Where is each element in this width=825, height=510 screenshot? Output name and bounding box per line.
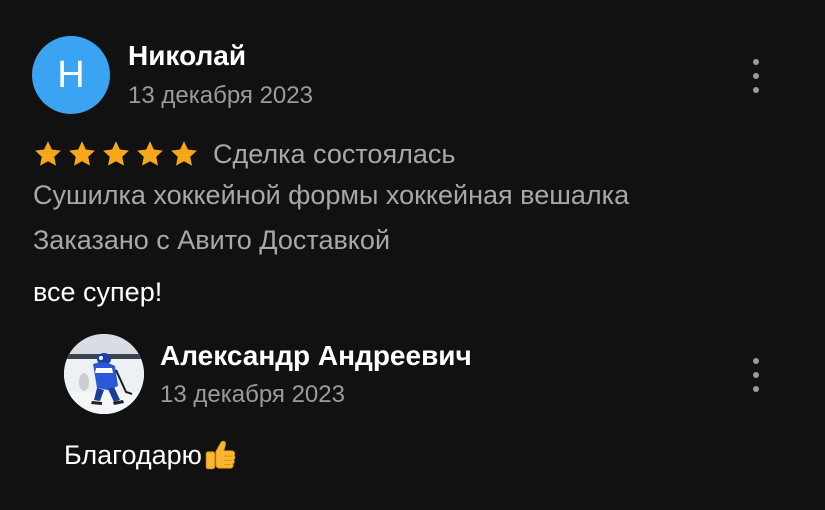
more-vertical-icon[interactable] (751, 358, 761, 392)
reply-avatar[interactable] (64, 334, 144, 414)
reply-date: 13 декабря 2023 (160, 381, 345, 408)
item-title-link[interactable]: Сушилка хоккейной формы хоккейная вешалк… (33, 180, 629, 211)
star-icon (137, 141, 163, 166)
star-icon (171, 141, 197, 166)
rating-row: Сделка состоялась (33, 137, 455, 171)
more-vertical-icon[interactable] (751, 59, 761, 93)
review-card: Н Николай 13 декабря 2023 Сделка состоял… (0, 0, 825, 510)
reply-text: Благодарю (64, 439, 202, 470)
reply-body: Благодарю (64, 437, 237, 473)
review-author-name[interactable]: Николай (128, 40, 246, 72)
review-date: 13 декабря 2023 (128, 82, 313, 109)
star-icon (103, 141, 129, 166)
reply-author-name[interactable]: Александр Андреевич (160, 340, 472, 372)
thumbs-up-icon (205, 440, 236, 470)
delivery-label: Заказано с Авито Доставкой (33, 225, 391, 255)
avatar[interactable]: Н (32, 36, 110, 114)
deal-status: Сделка состоялась (213, 138, 456, 169)
review-text: все супер! (33, 277, 163, 307)
rating-stars (33, 139, 199, 169)
star-icon (69, 141, 95, 166)
star-icon (35, 141, 61, 166)
avatar-initial: Н (57, 54, 85, 96)
